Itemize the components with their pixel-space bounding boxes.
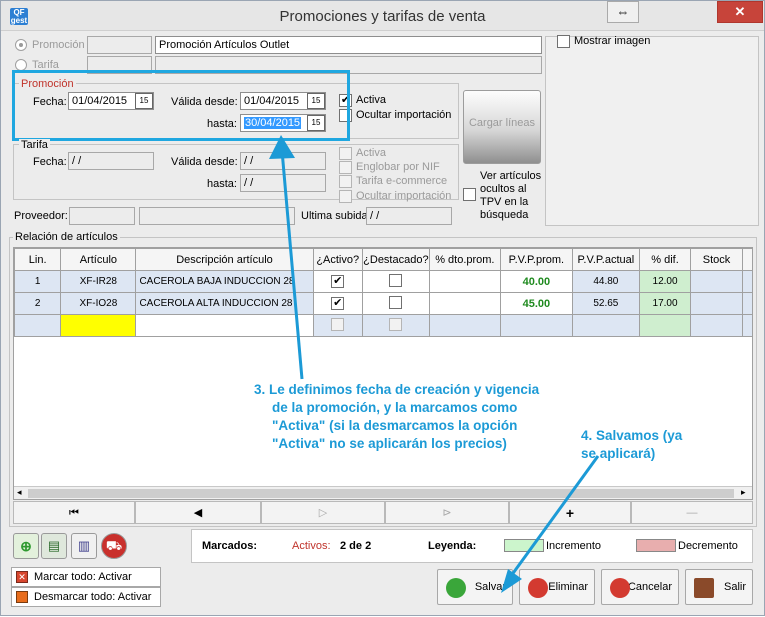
annotation-step3-line3: "Activa" (si la desmarcamos la opción — [272, 418, 518, 433]
annotation-step3-line1: 3. Le definimos fecha de creación y vige… — [254, 382, 540, 397]
annotation-step3-line2: de la promoción, y la marcamos como — [272, 400, 518, 415]
arrow-step3-head — [269, 135, 295, 159]
annotation-step3-line4: "Activa" no se aplicarán los precios) — [272, 436, 507, 451]
arrow-step4 — [504, 455, 600, 584]
annotation-step4-line2: se aplicará) — [581, 446, 656, 461]
window: QF gest Promociones y tarifas de venta ⇔… — [0, 0, 765, 616]
arrow-step4-head — [501, 569, 522, 593]
annotation-step4-line1: 4. Salvamos (ya — [581, 428, 683, 443]
annotation-arrows — [269, 135, 600, 593]
arrow-step3 — [279, 138, 304, 380]
